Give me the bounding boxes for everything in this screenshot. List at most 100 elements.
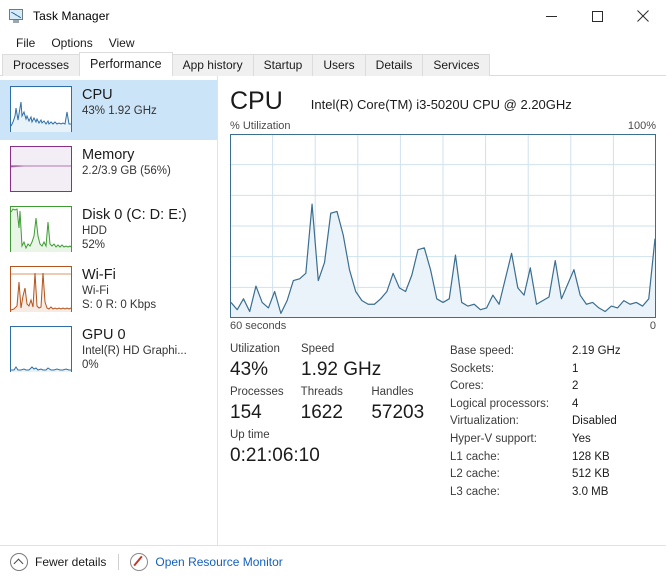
menu-item-options[interactable]: Options [43,34,100,52]
stat-speed-value: 1.92 GHz [301,359,382,380]
stat-threads: Threads 1622 [301,385,372,426]
open-resource-monitor-label: Open Resource Monitor [155,555,283,569]
stat-threads-label: Threads [300,386,343,398]
stat-processes-label: Processes [230,386,284,398]
sidebar-item-memory-sub: 2.2/3.9 GB (56%) [82,165,171,177]
tab-processes[interactable]: Processes [2,54,81,76]
resource-sidebar: CPU 43% 1.92 GHz Memory 2.2/3.9 GB (56%) [0,76,218,573]
spec-label-l3-cache: L3 cache: [450,485,500,498]
menu-item-file[interactable]: File [8,34,43,52]
graph-top-labels: % Utilization 100% [218,116,666,134]
spec-label-hyperv: Hyper-V support: [450,432,537,445]
stat-handles-value: 57203 [371,402,425,423]
spec-label-base-speed: Base speed: [450,345,514,357]
window-controls [528,0,666,32]
spec-label-l2-cache: L2 cache: [450,468,500,481]
sidebar-item-wifi-sub2: S: 0 R: 0 Kbps [82,299,157,311]
tab-strip: Processes Performance App history Startu… [0,52,666,76]
disk-thumbnail-graph [10,206,72,252]
sidebar-item-cpu-sub: 43% 1.92 GHz [82,105,157,117]
sidebar-item-cpu-title: CPU [82,87,113,103]
cpu-specs-list: Base speed: 2.19 GHz Sockets: 1 Cores: 2… [442,342,656,501]
spec-value-cores: 2 [572,380,579,393]
open-resource-monitor-button[interactable]: Open Resource Monitor [130,553,283,571]
spec-label-logical-processors: Logical processors: [450,397,550,410]
tab-details[interactable]: Details [364,54,424,76]
tab-startup[interactable]: Startup [252,54,314,76]
spec-row-sockets: Sockets: 1 [450,361,656,379]
spec-value-base-speed: 2.19 GHz [572,345,621,357]
spec-value-l1-cache: 128 KB [572,450,610,463]
performance-detail-panel: CPU Intel(R) Core(TM) i3-5020U CPU @ 2.2… [218,76,666,573]
cpu-model-label: Intel(R) Core(TM) i3-5020U CPU @ 2.20GHz [310,97,572,112]
cpu-thumbnail-graph [10,86,72,132]
title-bar: Task Manager [0,0,666,32]
graph-y-axis-label: % Utilization [230,120,291,132]
stat-utilization-value: 43% [230,359,269,380]
stat-threads-value: 1622 [300,402,343,423]
content-area: CPU 43% 1.92 GHz Memory 2.2/3.9 GB (56%) [0,76,666,573]
spec-row-logical-processors: Logical processors: 4 [450,396,656,414]
fewer-details-label: Fewer details [35,555,107,569]
spec-value-sockets: 1 [572,362,579,375]
stats-row-1: Utilization 43% Speed 1.92 GHz [230,342,442,383]
sidebar-item-memory-title: Memory [82,147,135,163]
stat-uptime: Up time 0:21:06:10 [230,428,320,469]
resource-monitor-icon [130,553,149,571]
tab-performance[interactable]: Performance [79,52,173,76]
spec-row-virtualization: Virtualization: Disabled [450,413,656,431]
spec-row-l3-cache: L3 cache: 3.0 MB [450,484,656,502]
sidebar-item-cpu[interactable]: CPU 43% 1.92 GHz [0,80,217,140]
graph-x-axis-end: 0 [649,320,656,332]
footer-divider [118,554,120,570]
spec-label-virtualization: Virtualization: [450,415,519,428]
tab-users[interactable]: Users [312,54,366,76]
menu-item-view[interactable]: View [101,34,143,52]
stat-utilization: Utilization 43% [230,342,301,383]
spec-value-l3-cache: 3.0 MB [572,485,609,498]
sidebar-item-disk-sub2: 52% [82,239,106,251]
sidebar-item-disk[interactable]: Disk 0 (C: D: E:) HDD 52% [0,200,217,260]
minimize-button[interactable] [528,0,574,32]
sidebar-item-gpu-sub1: Intel(R) HD Graphi... [82,345,187,357]
sidebar-item-gpu[interactable]: GPU 0 Intel(R) HD Graphi... 0% [0,320,217,380]
tab-app-history[interactable]: App history [171,54,254,76]
memory-thumbnail-graph [10,146,72,192]
sidebar-item-disk-sub1: HDD [82,225,107,237]
stat-processes-value: 154 [230,402,262,423]
sidebar-item-wifi-title: Wi-Fi [82,267,116,283]
sidebar-item-memory[interactable]: Memory 2.2/3.9 GB (56%) [0,140,217,200]
stat-uptime-value: 0:21:06:10 [230,445,320,466]
gpu-thumbnail-graph [10,326,72,372]
wifi-thumbnail-graph [10,266,72,312]
graph-x-axis-start: 60 seconds [230,320,287,332]
panel-header: CPU Intel(R) Core(TM) i3-5020U CPU @ 2.2… [218,76,666,116]
sidebar-item-gpu-sub2: 0% [82,359,99,371]
spec-row-base-speed: Base speed: 2.19 GHz [450,343,656,361]
stat-processes: Processes 154 [230,385,301,426]
spec-label-l1-cache: L1 cache: [450,450,500,463]
spec-label-sockets: Sockets: [450,362,495,375]
spec-label-cores: Cores: [450,380,484,393]
spec-row-l2-cache: L2 cache: 512 KB [450,466,656,484]
spec-row-l1-cache: L1 cache: 128 KB [450,449,656,467]
fewer-details-button[interactable]: Fewer details [10,553,106,571]
cpu-utilization-graph [230,134,656,318]
graph-y-axis-max: 100% [627,120,656,132]
task-manager-icon [9,8,25,24]
sidebar-item-disk-title: Disk 0 (C: D: E:) [82,207,187,223]
maximize-button[interactable] [574,0,620,32]
close-button[interactable] [620,0,666,32]
stat-handles: Handles 57203 [371,385,442,426]
spec-value-l2-cache: 512 KB [572,468,610,481]
sidebar-item-wifi[interactable]: Wi-Fi Wi-Fi S: 0 R: 0 Kbps [0,260,217,320]
chevron-up-icon [10,553,28,571]
stat-speed-label: Speed [301,343,335,355]
stats-primary: Utilization 43% Speed 1.92 GHz Processes… [230,342,442,501]
stats-row-2: Processes 154 Threads 1622 Handles 57203 [230,385,442,426]
menu-bar: File Options View [0,32,666,54]
stats-row-3: Up time 0:21:06:10 [230,428,442,469]
spec-value-hyperv: Yes [572,432,591,445]
tab-services[interactable]: Services [422,54,491,76]
sidebar-item-wifi-sub1: Wi-Fi [82,285,109,297]
